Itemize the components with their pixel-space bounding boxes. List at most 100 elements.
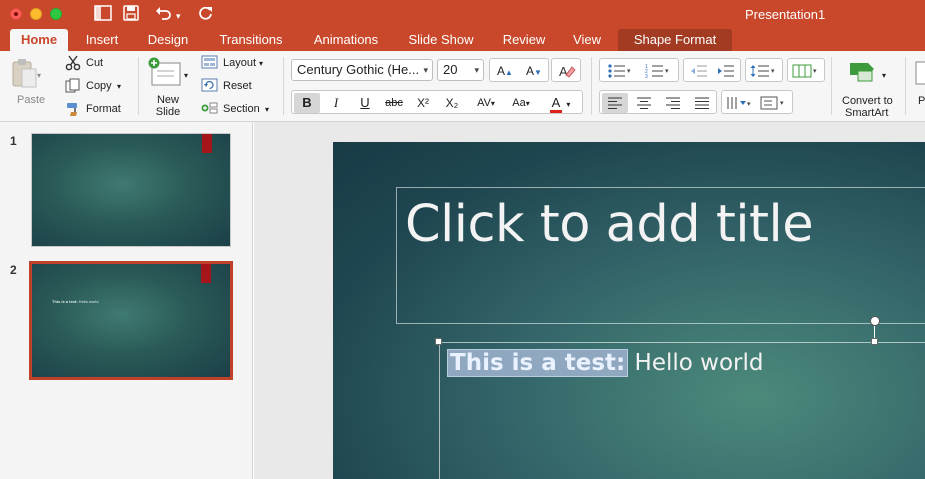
bullets-icon[interactable]: ▾: [602, 61, 638, 81]
clear-formatting-icon[interactable]: A: [554, 61, 580, 81]
redo-icon[interactable]: [198, 5, 214, 21]
zoom-window-button[interactable]: [50, 8, 62, 20]
font-size-step-group: A▲ A▼: [489, 58, 549, 82]
powerpoint-window: ▾ Presentation1 Home Insert Design Trans…: [0, 0, 925, 479]
underline-button[interactable]: U: [352, 93, 378, 113]
text-direction-group: ▾ ▾: [721, 90, 793, 114]
sidebar-toggle-icon[interactable]: [94, 5, 112, 21]
increase-indent-icon[interactable]: [713, 61, 739, 81]
selected-text[interactable]: This is a test:: [446, 349, 629, 377]
tab-review[interactable]: Review: [493, 29, 555, 51]
copy-dropdown-icon[interactable]: ▾: [117, 80, 121, 93]
font-color-icon[interactable]: A ▾: [540, 93, 580, 113]
subscript-button[interactable]: X₂: [439, 93, 465, 113]
body-text[interactable]: Hello world: [635, 350, 764, 376]
align-center-icon[interactable]: [631, 93, 657, 113]
columns-group: ▾: [787, 58, 825, 82]
section-icon[interactable]: [201, 101, 218, 120]
minimize-window-button[interactable]: [30, 8, 42, 20]
title-bar: ▾ Presentation1: [0, 0, 925, 29]
svg-text:▾: ▾: [813, 68, 817, 75]
ribbon-tabs: Home Insert Design Transitions Animation…: [0, 29, 925, 51]
copy-icon[interactable]: [65, 78, 81, 99]
slide-thumbnail-1[interactable]: [31, 133, 231, 247]
smartart-icon[interactable]: [848, 59, 884, 90]
tab-transitions[interactable]: Transitions: [208, 29, 294, 51]
new-slide-label-2[interactable]: Slide: [155, 106, 181, 119]
tab-view[interactable]: View: [562, 29, 612, 51]
font-size-combo[interactable]: 20 ▾: [437, 59, 484, 81]
strikethrough-button[interactable]: abc: [381, 93, 407, 113]
body-text-line[interactable]: This is a test: Hello world: [446, 349, 764, 377]
cut-button[interactable]: Cut: [86, 57, 103, 70]
font-size-value: 20: [443, 62, 458, 77]
format-painter-button[interactable]: Format: [86, 103, 121, 116]
align-text-icon[interactable]: ▾: [724, 93, 756, 113]
convert-smartart-label-2[interactable]: SmartArt: [845, 107, 888, 120]
text-box-icon[interactable]: ▾: [758, 93, 790, 113]
chevron-down-icon: ▾: [474, 65, 479, 75]
tab-home[interactable]: Home: [10, 29, 68, 51]
save-icon[interactable]: [123, 5, 139, 21]
decrease-indent-icon[interactable]: [686, 61, 712, 81]
tab-slide-show[interactable]: Slide Show: [398, 29, 484, 51]
superscript-button[interactable]: X²: [410, 93, 436, 113]
shrink-font-icon[interactable]: A▼: [521, 61, 547, 81]
paste-icon[interactable]: [10, 57, 40, 96]
ribbon-divider: [283, 57, 284, 115]
new-slide-icon[interactable]: [148, 57, 182, 92]
slide-accent-tab: [201, 264, 211, 283]
layout-icon[interactable]: [201, 55, 218, 74]
character-spacing-icon[interactable]: AV▾: [469, 93, 503, 113]
scissors-icon[interactable]: [65, 55, 81, 76]
list-group: ▾ 1 2 3 ▾: [599, 58, 679, 82]
section-button[interactable]: Section: [223, 103, 260, 116]
picture-icon[interactable]: [915, 61, 925, 90]
slide-thumbnail-2[interactable]: This is a test: Hello world: [32, 264, 230, 377]
current-slide[interactable]: Click to add title This is a test: Hello…: [333, 142, 925, 479]
columns-icon[interactable]: ▾: [790, 61, 822, 81]
slide-thumbnails-pane: 1 2 This is a test: Hello world: [0, 122, 253, 479]
alignment-group: [599, 90, 717, 114]
title-placeholder[interactable]: Click to add title: [396, 187, 925, 324]
close-window-button[interactable]: [10, 8, 22, 20]
rotate-handle-icon[interactable]: [870, 316, 880, 326]
tab-animations[interactable]: Animations: [303, 29, 389, 51]
title-placeholder-text: Click to add title: [405, 195, 814, 254]
font-name-value: Century Gothic (He...: [297, 62, 420, 77]
align-left-icon[interactable]: [602, 93, 628, 113]
cut-off-ribbon-label: P: [918, 95, 925, 107]
tab-shape-format[interactable]: Shape Format: [618, 29, 732, 51]
font-name-combo[interactable]: Century Gothic (He... ▾: [291, 59, 433, 81]
indent-group: [683, 58, 741, 82]
format-painter-icon[interactable]: [65, 101, 81, 122]
italic-button[interactable]: I: [323, 93, 349, 113]
body-text-box[interactable]: This is a test: Hello world: [439, 342, 925, 479]
resize-handle[interactable]: [435, 338, 442, 345]
reset-button[interactable]: Reset: [223, 80, 252, 93]
bold-button[interactable]: B: [294, 93, 320, 113]
smartart-dropdown-icon[interactable]: ▾: [882, 69, 886, 82]
line-spacing-icon[interactable]: ▾: [748, 61, 780, 81]
reset-icon[interactable]: [201, 78, 218, 97]
section-dropdown-icon[interactable]: ▾: [265, 103, 269, 116]
paste-dropdown-icon[interactable]: ▾: [37, 69, 41, 82]
tab-design[interactable]: Design: [138, 29, 198, 51]
undo-dropdown-icon[interactable]: ▾: [176, 7, 181, 25]
copy-button[interactable]: Copy: [86, 80, 112, 93]
grow-font-icon[interactable]: A▲: [492, 61, 518, 81]
numbering-icon[interactable]: 1 2 3 ▾: [640, 61, 676, 81]
new-slide-dropdown-icon[interactable]: ▾: [184, 69, 188, 82]
align-right-icon[interactable]: [660, 93, 686, 113]
justify-icon[interactable]: [689, 93, 715, 113]
change-case-icon[interactable]: Aa▾: [504, 93, 538, 113]
ribbon-divider: [138, 57, 139, 115]
undo-icon[interactable]: [155, 5, 173, 21]
ribbon-divider: [905, 57, 906, 115]
layout-button[interactable]: Layout: [223, 57, 256, 70]
ribbon: ▾ Paste Cut Copy ▾ Format ▾ New Slide La…: [0, 51, 925, 122]
clear-format-group: A: [551, 58, 581, 82]
resize-handle[interactable]: [871, 338, 878, 345]
layout-dropdown-icon[interactable]: ▾: [259, 57, 263, 70]
tab-insert[interactable]: Insert: [74, 29, 130, 51]
